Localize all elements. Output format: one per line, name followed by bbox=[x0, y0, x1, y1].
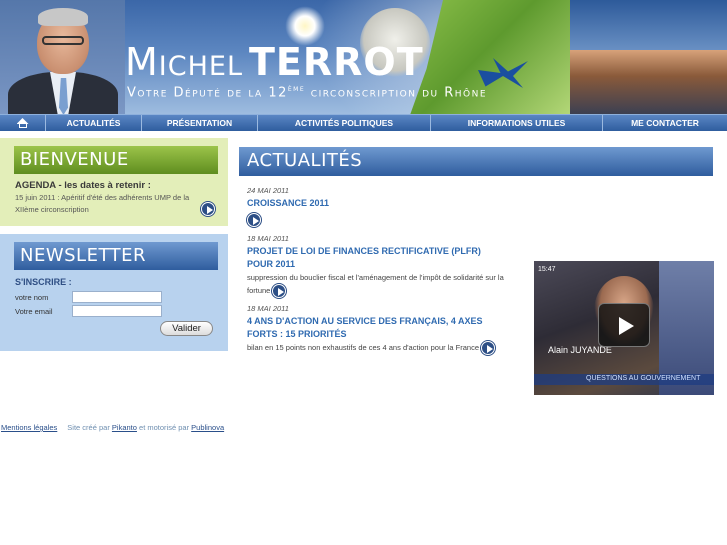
video-player[interactable]: 15:47 Alain JUYANDE QUESTIONS AU GOUVERN… bbox=[534, 261, 714, 395]
news-title[interactable]: 4 ANS D'ACTION AU SERVICE DES FRANÇAIS, … bbox=[247, 315, 507, 341]
submit-button[interactable]: Valider bbox=[160, 321, 213, 336]
welcome-heading: BIENVENUE bbox=[14, 146, 218, 174]
subscribe-label: S'INSCRIRE : bbox=[15, 277, 72, 287]
main-nav: ACTUALITÉS PRÉSENTATION ACTIVITÉS POLITI… bbox=[0, 114, 727, 131]
agenda-text: 15 juin 2011 : Apéritif d'été des adhére… bbox=[15, 193, 190, 214]
video-ticker: QUESTIONS AU GOUVERNEMENT bbox=[534, 374, 714, 385]
title-first-name: Michel bbox=[125, 40, 244, 84]
email-input[interactable] bbox=[72, 305, 162, 317]
nav-item-informations-utiles[interactable]: INFORMATIONS UTILES bbox=[431, 115, 603, 131]
publinova-link[interactable]: Publinova bbox=[191, 423, 224, 432]
crowd-photo bbox=[570, 50, 727, 115]
agenda-title[interactable]: AGENDA - les dates à retenir : bbox=[15, 180, 151, 191]
nav-item-activites-politiques[interactable]: ACTIVITÉS POLITIQUES bbox=[258, 115, 431, 131]
nav-item-presentation[interactable]: PRÉSENTATION bbox=[142, 115, 258, 131]
portrait-photo bbox=[0, 0, 125, 115]
news-item: 18 MAI 2011 4 ANS D'ACTION AU SERVICE DE… bbox=[247, 304, 507, 356]
read-more-button[interactable] bbox=[481, 341, 496, 356]
news-date: 24 MAI 2011 bbox=[247, 186, 289, 195]
news-item: 18 MAI 2011 PROJET DE LOI DE FINANCES RE… bbox=[247, 234, 507, 299]
news-date: 18 MAI 2011 bbox=[247, 304, 289, 313]
news-description: bilan en 15 points non exhaustifs de ces… bbox=[247, 341, 507, 356]
footer: Mentions légales Site créé par Pikanto et… bbox=[1, 423, 225, 432]
site-subtitle: Votre Député de la 12ème circonscription… bbox=[127, 84, 488, 101]
legal-link[interactable]: Mentions légales bbox=[1, 423, 57, 432]
home-icon bbox=[16, 118, 29, 128]
name-label: votre nom bbox=[15, 293, 49, 302]
nav-item-actualites[interactable]: ACTUALITÉS bbox=[46, 115, 142, 131]
read-more-button[interactable] bbox=[247, 213, 261, 227]
news-title[interactable]: CROISSANCE 2011 bbox=[247, 197, 507, 210]
news-date: 18 MAI 2011 bbox=[247, 234, 289, 243]
news-description: suppression du bouclier fiscal et l'amén… bbox=[247, 271, 507, 299]
nav-item-me-contacter[interactable]: ME CONTACTER bbox=[603, 115, 727, 131]
pikanto-link[interactable]: Pikanto bbox=[112, 423, 137, 432]
name-input[interactable] bbox=[72, 291, 162, 303]
read-more-button[interactable] bbox=[272, 284, 287, 299]
site-title: Michel TERROT bbox=[125, 40, 424, 84]
header-banner: Michel TERROT Votre Député de la 12ème ci… bbox=[0, 0, 727, 115]
newsletter-heading: NEWSLETTER bbox=[14, 242, 218, 270]
email-label: Votre email bbox=[15, 307, 53, 316]
play-icon[interactable] bbox=[598, 303, 650, 347]
nav-home[interactable] bbox=[0, 115, 46, 131]
news-title[interactable]: PROJET DE LOI DE FINANCES RECTIFICATIVE … bbox=[247, 245, 507, 271]
title-last-name: TERROT bbox=[249, 40, 424, 84]
agenda-more-button[interactable] bbox=[201, 202, 215, 216]
news-item: 24 MAI 2011 CROISSANCE 2011 bbox=[247, 186, 507, 227]
video-time: 15:47 bbox=[538, 266, 556, 273]
news-heading: ACTUALITÉS bbox=[239, 147, 713, 176]
